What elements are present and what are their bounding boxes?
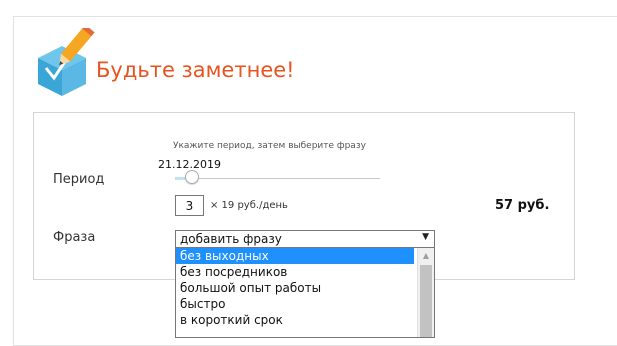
period-date: 21.12.2019 [158,158,221,171]
phrase-option[interactable]: без выходных [176,248,414,264]
phrase-option[interactable]: большой опыт работы [176,280,414,296]
dropdown-scrollbar[interactable]: ▲ [417,248,434,337]
chevron-down-icon[interactable]: ▼ [422,232,429,242]
total-price: 57 руб. [495,198,550,213]
phrase-option[interactable]: без посредников [176,264,414,280]
scroll-up-arrow-icon[interactable]: ▲ [418,248,434,264]
phrase-select[interactable]: добавить фразу ▼ [175,230,435,248]
scrollbar-thumb[interactable] [420,265,432,337]
pencil-checkmark-cube-icon [32,24,96,100]
period-slider-fill [175,177,185,180]
phrase-select-value: добавить фразу [180,232,282,246]
period-slider-handle[interactable] [185,170,199,184]
phrase-option[interactable]: в короткий срок [176,312,414,328]
phrase-label: Фраза [53,230,96,245]
days-input[interactable] [175,195,204,216]
phrase-option[interactable]: быстро [176,296,414,312]
period-label: Период [53,172,105,187]
daily-rate: × 19 руб./день [210,200,288,211]
phrase-dropdown-list: без выходных без посредников большой опыт … [175,248,435,338]
period-slider-track[interactable] [175,178,380,179]
hint-text: Укажите период, затем выберите фразу [173,141,366,151]
page-title: Будьте заметнее! [96,58,295,82]
